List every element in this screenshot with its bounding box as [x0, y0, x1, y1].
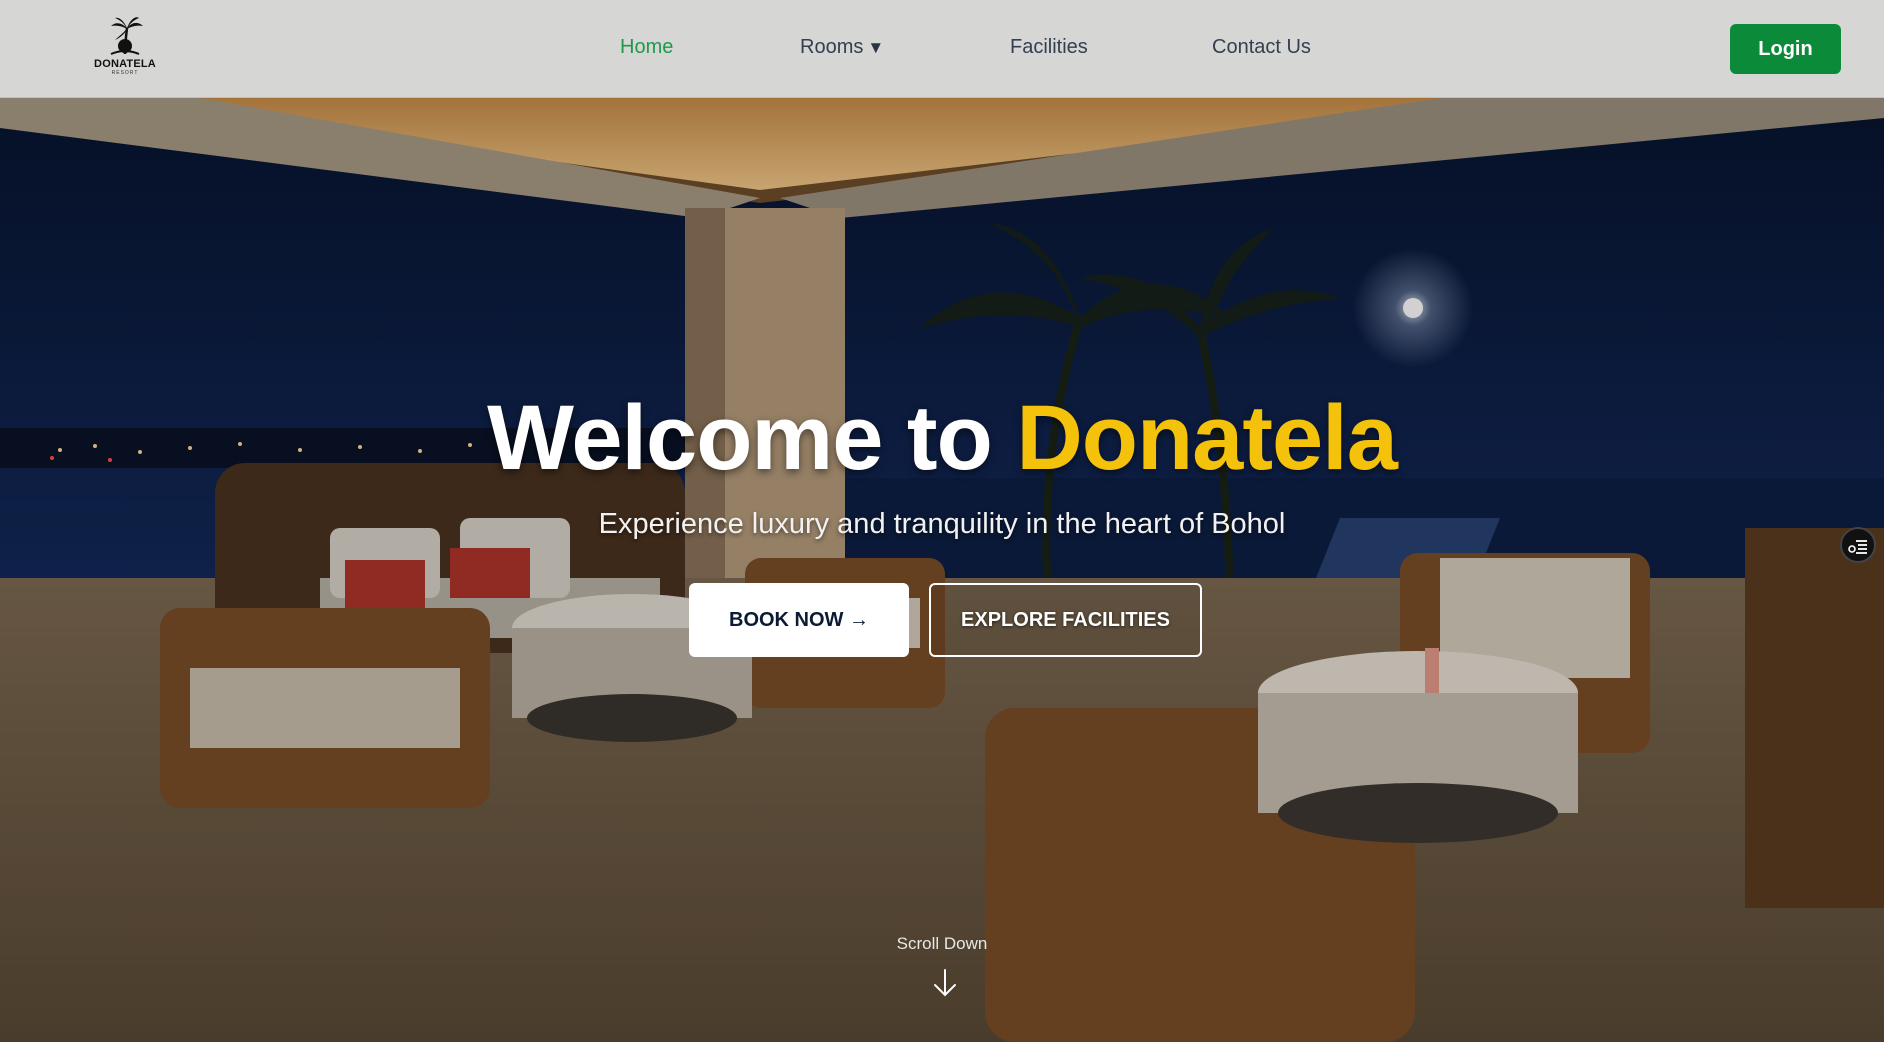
hero-section: Welcome to Donatela Experience luxury an… [0, 98, 1884, 1042]
nav-facilities[interactable]: Facilities [1010, 36, 1088, 59]
hero-title-accent: Donatela [1016, 387, 1398, 489]
hero-overlay [0, 98, 1884, 1042]
scroll-down-label[interactable]: Scroll Down [0, 934, 1884, 954]
settings-list-glyph [1848, 540, 1867, 554]
settings-list-icon[interactable] [1840, 527, 1876, 563]
palm-tree-icon [110, 17, 143, 55]
hero-title-prefix: Welcome to [487, 387, 1017, 489]
brand-subtitle: RESORT [111, 70, 139, 76]
book-now-button[interactable]: BOOK NOW → [689, 583, 909, 657]
top-navbar: DONATELA RESORT Home Rooms ▼ Facilities C… [0, 0, 1884, 98]
login-button[interactable]: Login [1730, 24, 1841, 74]
nav-rooms[interactable]: Rooms ▼ [800, 36, 884, 59]
nav-rooms-label: Rooms [800, 36, 864, 58]
chevron-down-icon: ▼ [867, 38, 885, 57]
hero-title: Welcome to Donatela [0, 386, 1884, 491]
hero-subtitle: Experience luxury and tranquility in the… [598, 508, 1286, 540]
brand-name: DONATELA [94, 58, 156, 70]
nav-contact-us[interactable]: Contact Us [1212, 36, 1311, 59]
brand-logo[interactable]: DONATELA RESORT [90, 14, 160, 84]
arrow-down-icon[interactable] [932, 968, 958, 998]
explore-facilities-button[interactable]: EXPLORE FACILITIES [929, 583, 1202, 657]
nav-home[interactable]: Home [620, 36, 673, 59]
